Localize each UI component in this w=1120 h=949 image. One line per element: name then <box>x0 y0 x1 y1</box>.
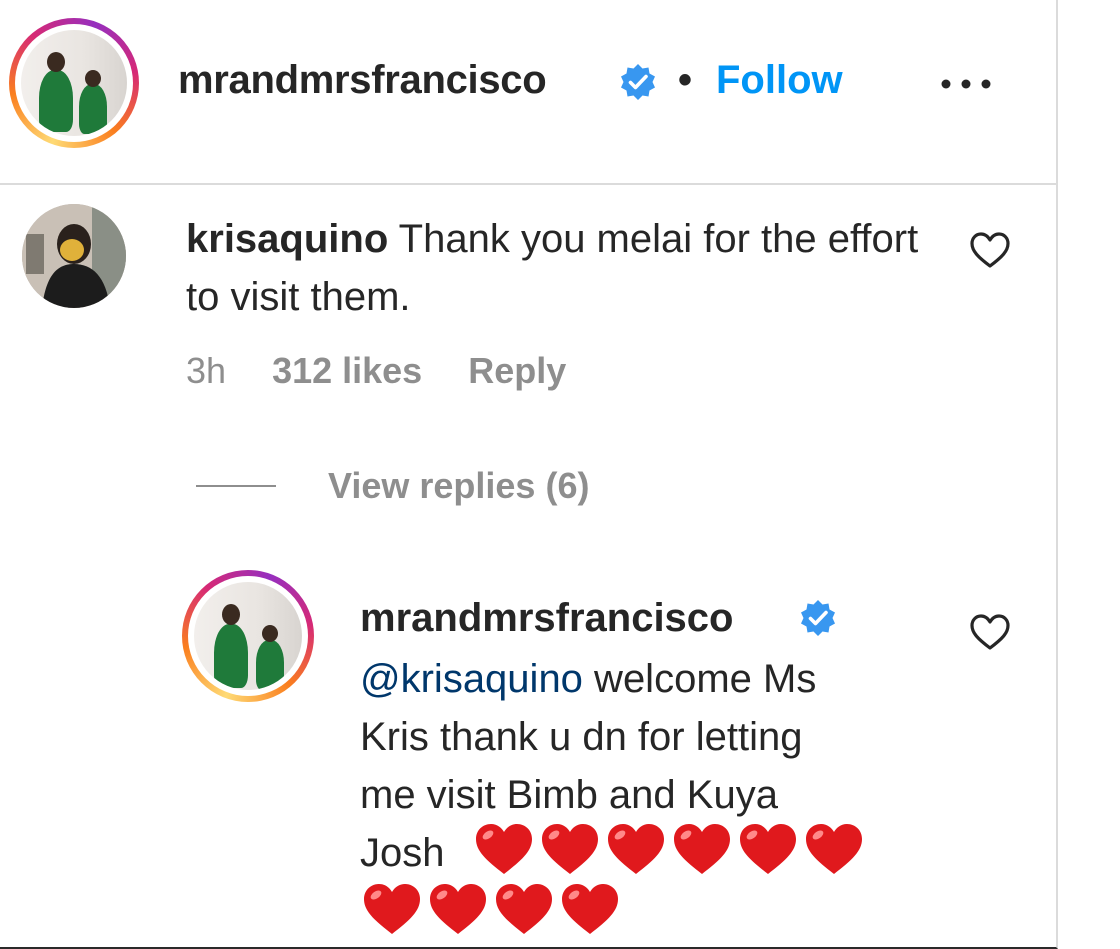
reply-text-line1: welcome Ms <box>582 657 817 701</box>
red-heart-emoji-icon <box>430 884 486 934</box>
red-heart-emoji-icon <box>740 824 796 874</box>
red-heart-emoji-icon <box>364 884 420 934</box>
commenter-photo <box>22 204 126 308</box>
view-replies-line <box>196 485 276 487</box>
red-heart-emoji-icon <box>806 824 862 874</box>
like-comment-heart-icon[interactable] <box>968 230 1012 270</box>
red-heart-emoji-icon <box>674 824 730 874</box>
commenter-avatar[interactable] <box>22 204 126 308</box>
comment-time: 3h <box>186 350 227 391</box>
comment-likes[interactable]: 312 likes <box>272 350 422 391</box>
red-heart-emoji-icon <box>542 824 598 874</box>
comment-body: krisaquino Thank you melai for the effor… <box>186 210 946 326</box>
reply-avatar[interactable] <box>182 570 314 702</box>
red-heart-emoji-icon <box>496 884 552 934</box>
separator-dot: • <box>678 58 693 102</box>
verified-badge-icon <box>801 600 835 636</box>
header-username[interactable]: mrandmrsfrancisco <box>178 58 547 103</box>
like-reply-heart-icon[interactable] <box>968 612 1012 652</box>
reply-text-line2: Kris thank u dn for letting <box>360 715 803 759</box>
commenter-username[interactable]: krisaquino <box>186 217 388 261</box>
post-header: mrandmrsfrancisco • Follow <box>0 0 1056 185</box>
more-options-icon[interactable] <box>938 74 994 94</box>
view-replies-button[interactable]: View replies (6) <box>196 464 589 508</box>
reply-button[interactable]: Reply <box>468 350 566 391</box>
background-strip <box>1058 0 1120 949</box>
avatar[interactable] <box>9 18 139 148</box>
follow-button[interactable]: Follow <box>716 58 843 103</box>
reply-text-line3: me visit Bimb and Kuya <box>360 773 778 817</box>
mention-link[interactable]: @krisaquino <box>360 657 583 701</box>
red-heart-emoji-icon <box>562 884 618 934</box>
red-heart-emoji-icon <box>476 824 532 874</box>
emoji-hearts-row-2 <box>360 880 622 938</box>
comments-panel: mrandmrsfrancisco • Follow krisaquino Th… <box>0 0 1058 949</box>
red-heart-emoji-icon <box>608 824 664 874</box>
comment-meta: 3h 312 likes Reply <box>186 350 602 392</box>
reply-username[interactable]: mrandmrsfrancisco <box>360 596 733 641</box>
view-replies-label: View replies (6) <box>328 465 590 506</box>
emoji-hearts-row-1 <box>472 820 866 878</box>
verified-badge-icon <box>621 64 655 100</box>
